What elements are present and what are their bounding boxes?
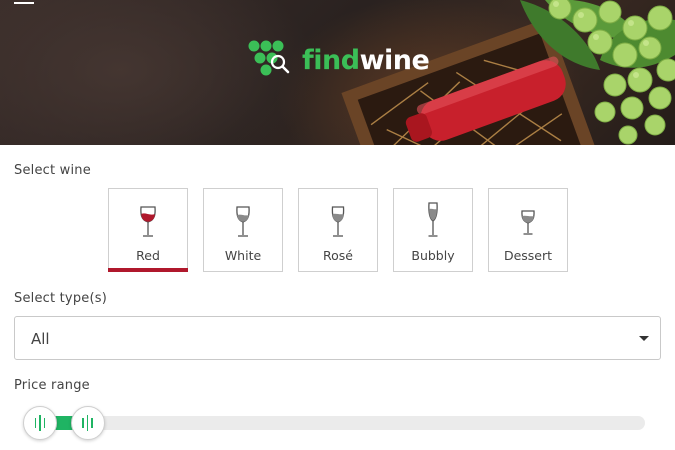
wine-option-white[interactable]: White bbox=[203, 188, 283, 272]
white-wine-glass-icon bbox=[236, 206, 250, 237]
price-max-handle[interactable] bbox=[70, 406, 105, 440]
price-range-track[interactable] bbox=[40, 416, 645, 430]
champagne-flute-icon bbox=[428, 202, 438, 237]
wine-option-label: Bubbly bbox=[411, 248, 455, 263]
wine-option-label: White bbox=[224, 248, 262, 263]
price-range-label: Price range bbox=[14, 378, 90, 393]
dessert-wine-glass-icon bbox=[521, 210, 535, 235]
logo-wordmark: findwine bbox=[302, 44, 430, 76]
rose-wine-glass-icon bbox=[331, 206, 345, 237]
type-select-dropdown[interactable]: All bbox=[14, 316, 661, 360]
hamburger-menu-icon[interactable] bbox=[14, 0, 36, 6]
findwine-logo: findwine bbox=[246, 38, 430, 82]
logo-wine: wine bbox=[359, 44, 430, 76]
wine-option-label: Rosé bbox=[323, 248, 353, 263]
price-min-handle[interactable] bbox=[23, 406, 57, 440]
wine-option-bubbly[interactable]: Bubbly bbox=[393, 188, 473, 272]
red-wine-glass-icon bbox=[140, 206, 156, 237]
hero-banner: findwine bbox=[0, 0, 675, 145]
select-type-label: Select type(s) bbox=[14, 291, 107, 306]
wine-option-dessert[interactable]: Dessert bbox=[488, 188, 568, 272]
logo-find: find bbox=[302, 44, 360, 76]
wine-option-label: Dessert bbox=[503, 248, 553, 263]
type-select-value: All bbox=[31, 330, 50, 348]
grape-search-icon bbox=[248, 40, 290, 76]
wine-option-red[interactable]: Red bbox=[108, 188, 188, 272]
select-wine-label: Select wine bbox=[14, 163, 91, 178]
caret-down-icon bbox=[639, 336, 649, 341]
wine-option-rose[interactable]: Rosé bbox=[298, 188, 378, 272]
wine-type-options: Red White Rosé Bubbly Dessert bbox=[108, 188, 568, 272]
wine-option-label: Red bbox=[136, 248, 160, 263]
